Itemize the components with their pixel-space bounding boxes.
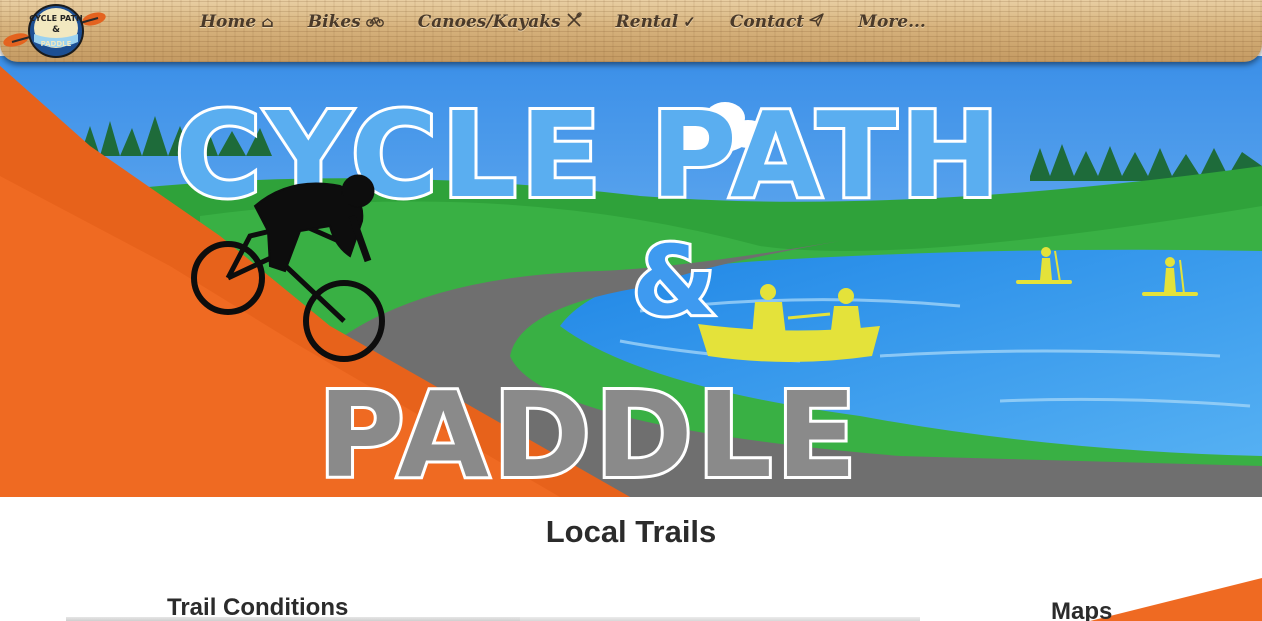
logo-text-top: CYCLE PATH: [29, 14, 82, 23]
nav-bikes[interactable]: Bikes: [308, 12, 384, 32]
hero-illustration: CYCLE PATH & PADDLE: [0, 56, 1262, 497]
section-title-local-trails: Local Trails: [545, 514, 717, 549]
hero-title-amp: &: [632, 225, 716, 337]
nav-contact[interactable]: Contact: [730, 12, 824, 32]
hero-banner: CYCLE PATH & PADDLE: [0, 56, 1262, 497]
nav-contact-label: Contact: [729, 12, 805, 32]
nav-canoes-label: Canoes/Kayaks: [417, 12, 561, 32]
nav-more-label: More...: [858, 12, 926, 32]
paper-plane-icon: [809, 13, 824, 31]
nav-rental-label: Rental: [615, 12, 679, 32]
logo-text-bottom: PADDLE: [41, 40, 72, 48]
nav-home-label: Home: [200, 12, 257, 32]
nav-rental[interactable]: Rental ✓: [616, 12, 696, 32]
nav-home[interactable]: Home ⌂: [200, 12, 274, 32]
site-logo[interactable]: CYCLE PATH & PADDLE: [2, 2, 106, 58]
hero-title-line2: PADDLE: [318, 366, 861, 497]
main-nav: Home ⌂ Bikes Canoes/Kayaks Rental ✓ Cont…: [200, 12, 960, 32]
paddle-icon: [566, 12, 582, 32]
home-icon: ⌂: [261, 13, 274, 31]
bicycle-icon: [365, 13, 384, 31]
checkmark-icon: ✓: [683, 13, 696, 31]
trail-conditions-panel-edge: [66, 617, 536, 621]
top-navbar: CYCLE PATH & PADDLE Home ⌂ Bikes Canoes/…: [0, 0, 1262, 62]
orange-corner-accent: [1090, 578, 1262, 621]
maps-heading: Maps: [1051, 598, 1113, 621]
logo-text-mid: &: [52, 25, 60, 35]
nav-bikes-label: Bikes: [307, 12, 361, 32]
nav-canoes-kayaks[interactable]: Canoes/Kayaks: [418, 12, 582, 32]
nav-more[interactable]: More...: [858, 12, 926, 32]
trail-embed-panel-edge: [520, 617, 920, 621]
